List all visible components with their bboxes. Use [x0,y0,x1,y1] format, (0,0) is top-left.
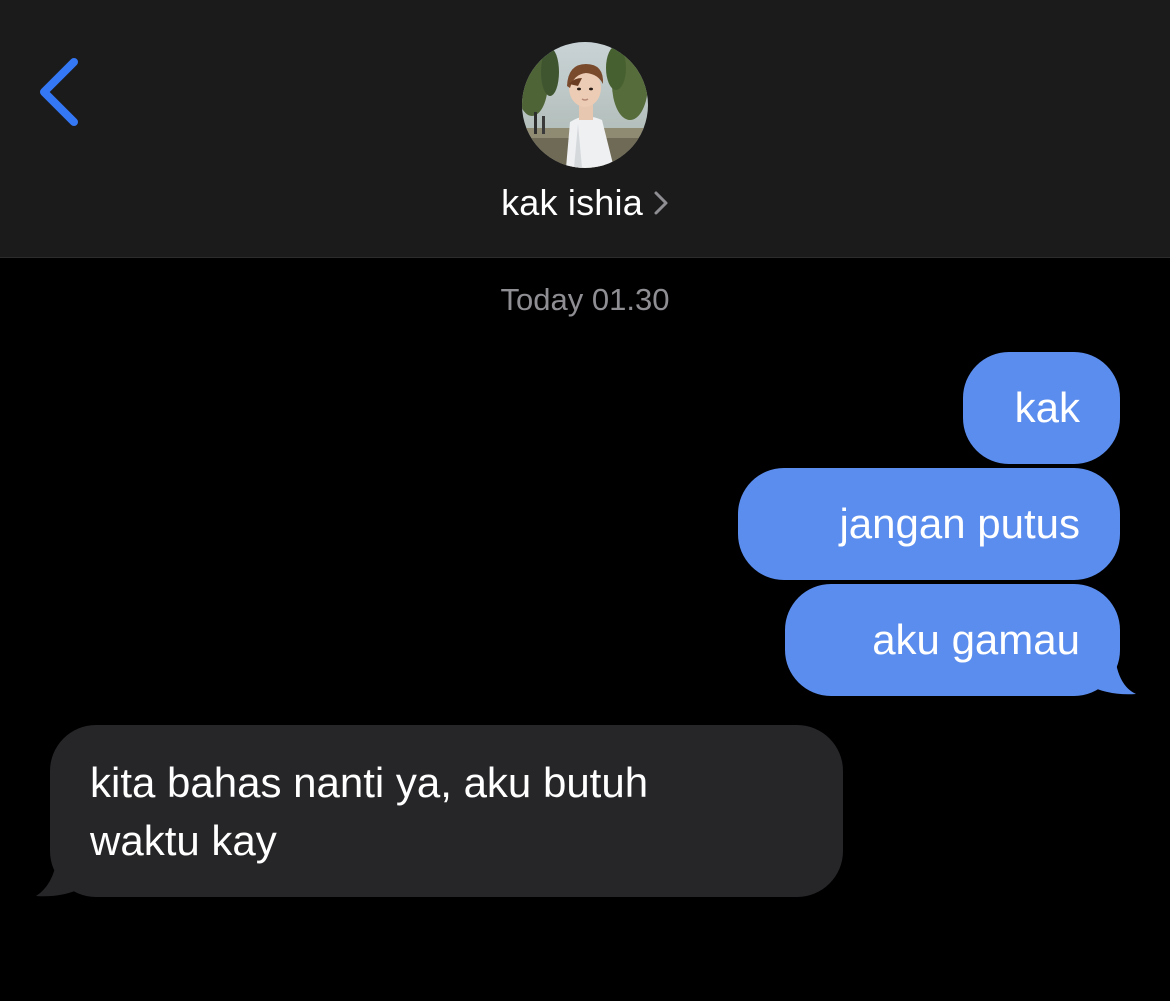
contact-avatar-photo [522,42,648,168]
contact-info-button[interactable]: kak ishia [0,178,1170,228]
avatar[interactable] [522,42,648,168]
sent-message-bubble[interactable]: kak [963,352,1120,464]
message-text: kak [1014,384,1080,431]
message-text-line: kita bahas nanti ya, aku butuh [90,759,649,806]
contact-name: kak ishia [501,182,643,223]
sent-bubble-tail [1080,640,1136,695]
chevron-right-icon [654,191,668,215]
message-timestamp: Today 01.30 [500,282,670,317]
message-text-line: waktu kay [90,817,277,864]
back-button[interactable] [30,50,94,134]
conversation-header: kak ishia [0,0,1170,258]
received-message-bubble[interactable]: kita bahas nanti ya, aku butuh waktu kay [50,725,843,897]
received-bubble-tail [36,842,92,897]
sent-message-bubble[interactable]: jangan putus [738,468,1120,580]
chevron-left-icon [40,58,78,126]
sent-message-bubble[interactable]: aku gamau [785,584,1120,696]
message-text: aku gamau [872,616,1080,663]
message-text: jangan putus [839,500,1080,547]
